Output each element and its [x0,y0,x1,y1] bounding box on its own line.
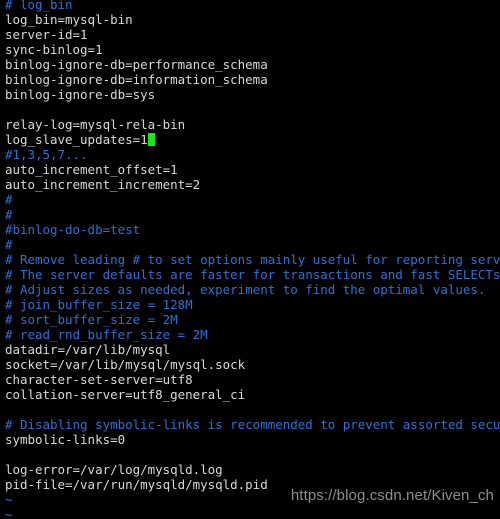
editor-line: # Disabling symbolic-links is recommende… [5,417,500,432]
editor-line: # join_buffer_size = 128M [5,297,193,312]
editor-line: #1,3,5,7... [5,147,88,162]
editor-line: log_slave_updates=1 [5,132,500,147]
editor-line: # log_bin [5,0,73,12]
editor-line: binlog-ignore-db=information_schema [5,72,268,87]
editor-line: #binlog-do-db=test [5,222,141,237]
editor-line: # sort_buffer_size = 2M [5,312,178,327]
editor-line: collation-server=utf8_general_ci [5,387,246,402]
editor-line: log_bin=mysql-bin [5,12,133,27]
terminal-window[interactable]: # log_bin log_bin=mysql-bin server-id=1 syn… [0,0,500,519]
editor-line: log-error=/var/log/mysqld.log [5,462,223,477]
editor-line: binlog-ignore-db=sys [5,87,156,102]
editor-line: auto_increment_offset=1 [5,162,178,177]
editor-line-text: log_slave_updates=1 [5,132,148,147]
watermark-url: https://blog.csdn.net/Kiven_ch [290,487,494,504]
editor-line: socket=/var/lib/mysql/mysql.sock [5,357,246,372]
editor-line: server-id=1 [5,27,88,42]
editor-line: symbolic-links=0 [5,432,126,447]
editor-line: character-set-server=utf8 [5,372,193,387]
editor-line: sync-binlog=1 [5,42,103,57]
editor-line: relay-log=mysql-rela-bin [5,117,186,132]
editor-line: # Adjust sizes as needed, experiment to … [5,282,486,297]
editor-line: binlog-ignore-db=performance_schema [5,57,268,72]
editor-line: # The server defaults are faster for tra… [5,267,500,282]
editor-line: # Remove leading # to set options mainly… [5,252,500,267]
editor-line: # [5,192,13,207]
editor-line: datadir=/var/lib/mysql [5,342,171,357]
editor-line: auto_increment_increment=2 [5,177,201,192]
editor-text-area[interactable]: # log_bin log_bin=mysql-bin server-id=1 syn… [0,0,500,519]
editor-line: ~ [5,507,13,519]
editor-line: # [5,207,13,222]
editor-line: # read_rnd_buffer_size = 2M [5,327,208,342]
text-cursor [147,133,155,146]
editor-line: # [5,237,13,252]
